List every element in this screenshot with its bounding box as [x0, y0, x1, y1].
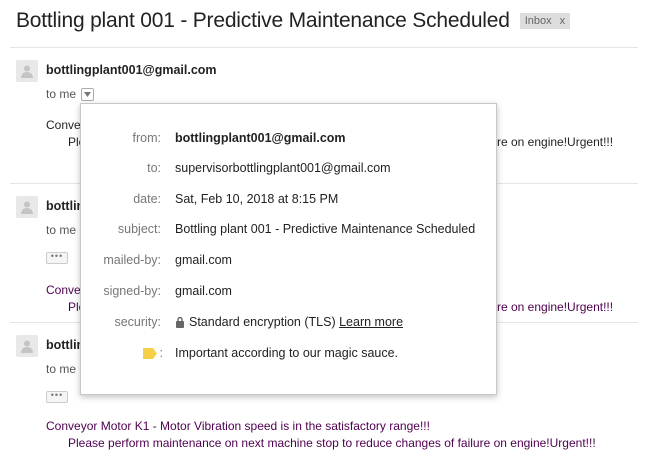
detail-value: gmail.com: [175, 284, 232, 298]
detail-label: to:: [147, 161, 161, 175]
to-me-label: to me: [46, 87, 77, 101]
message-body-line-2: Please perform maintenance on next machi…: [68, 436, 596, 450]
message-preview-end: re on engine!Urgent!!!: [497, 300, 614, 314]
encryption-text: Standard encryption (TLS): [189, 315, 336, 329]
to-me-label: to me: [46, 223, 77, 237]
remove-label-button[interactable]: x: [560, 15, 566, 27]
sender-email[interactable]: bottlingplant001@gmail.com: [46, 63, 217, 77]
message-body-line-1: Conveyor Motor K1 - Motor Vibration spee…: [46, 419, 430, 433]
recipient-summary: to me: [46, 87, 95, 101]
detail-value[interactable]: bottlingplant001@gmail.com: [175, 131, 346, 145]
detail-value: Bottling plant 001 - Predictive Maintena…: [175, 222, 476, 236]
message-details-popup: from: bottlingplant001@gmail.com to: sup…: [80, 103, 497, 395]
detail-row-from: from: bottlingplant001@gmail.com: [81, 128, 496, 148]
show-trimmed-content-button[interactable]: •••: [46, 252, 68, 264]
detail-row-signed-by: signed-by: gmail.com: [81, 281, 496, 301]
message-preview-end: re on engine!Urgent!!!: [497, 135, 614, 149]
detail-value: Sat, Feb 10, 2018 at 8:15 PM: [175, 192, 339, 206]
lock-icon: [176, 316, 184, 328]
detail-row-subject: subject: Bottling plant 001 - Predictive…: [81, 219, 496, 239]
inbox-label-chip[interactable]: Inbox x: [519, 13, 571, 29]
detail-label: date:: [133, 192, 161, 206]
detail-value[interactable]: supervisorbottlingplant001@gmail.com: [175, 161, 391, 175]
show-trimmed-content-button[interactable]: •••: [46, 391, 68, 403]
detail-label: security:: [114, 315, 161, 329]
thread-subject: Bottling plant 001 - Predictive Maintena…: [16, 9, 510, 32]
importance-text: Important according to our magic sauce.: [175, 346, 399, 360]
recipient-summary: to me: [46, 223, 76, 237]
header-divider: [10, 47, 638, 48]
detail-row-importance: : Important according to our magic sauce…: [81, 343, 496, 363]
avatar: [16, 335, 38, 357]
avatar: [16, 196, 38, 218]
detail-row-security: security: Standard encryption (TLS) Lear…: [81, 312, 496, 332]
detail-label: signed-by:: [103, 284, 161, 298]
person-icon: [21, 201, 33, 214]
person-icon: [21, 340, 33, 353]
importance-marker-icon[interactable]: [143, 347, 157, 359]
sender-email[interactable]: bottlin: [46, 338, 84, 352]
security-value: Standard encryption (TLS) Learn more: [175, 315, 403, 329]
label-name: Inbox: [524, 15, 552, 27]
learn-more-link[interactable]: Learn more: [339, 315, 403, 329]
detail-row-mailed-by: mailed-by: gmail.com: [81, 250, 496, 270]
chevron-down-icon: [84, 91, 92, 97]
to-me-label: to me: [46, 362, 77, 376]
thread-header: Bottling plant 001 - Predictive Maintena…: [16, 6, 571, 36]
recipient-summary: to me: [46, 362, 76, 376]
detail-row-date: date: Sat, Feb 10, 2018 at 8:15 PM: [81, 189, 496, 209]
detail-label: mailed-by:: [103, 253, 161, 267]
sender-email[interactable]: bottlin: [46, 199, 84, 213]
detail-value: gmail.com: [175, 253, 232, 267]
show-details-button[interactable]: [81, 87, 95, 101]
avatar: [16, 60, 38, 82]
person-icon: [21, 65, 33, 78]
detail-row-to: to: supervisorbottlingplant001@gmail.com: [81, 158, 496, 178]
importance-colon: :: [159, 346, 163, 360]
detail-label: from:: [132, 131, 161, 145]
detail-label: subject:: [117, 222, 161, 236]
